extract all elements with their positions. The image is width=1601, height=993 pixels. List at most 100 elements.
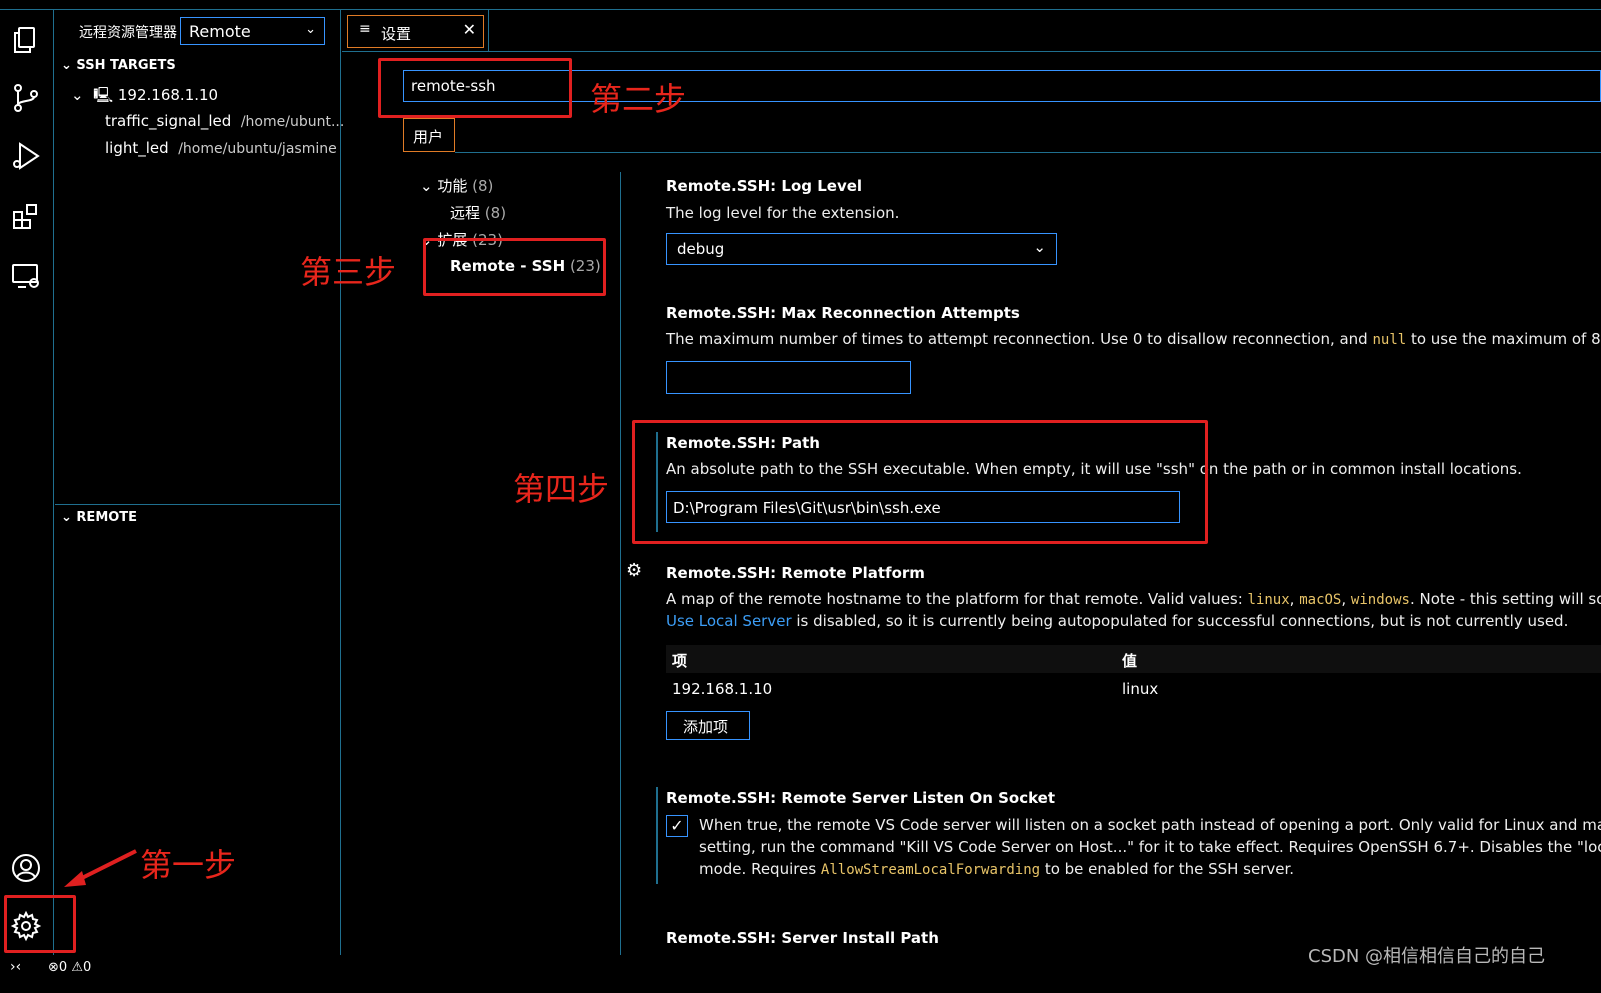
chevron-down-icon: ⌄ <box>71 86 94 104</box>
toc-separator <box>620 172 621 955</box>
remote-explorer-icon[interactable] <box>8 258 44 294</box>
setting-desc-remote-platform-line2: Use Local Server is disabled, so it is c… <box>666 612 1568 630</box>
annotation-step1: 第一步 <box>140 846 237 884</box>
tab-label: 设置 <box>381 25 412 43</box>
chevron-down-icon: ⌄ <box>1033 238 1046 256</box>
toc-label: 远程 <box>450 204 481 222</box>
listen-socket-checkbox[interactable]: ✓ <box>666 815 688 837</box>
editor-tab-bar: ≡ 设置 ✕ <box>342 10 1601 52</box>
column-header-value: 值 <box>1122 652 1138 670</box>
setting-desc-remote-platform: A map of the remote hostname to the plat… <box>666 590 1601 608</box>
setting-title-listen-socket: Remote.SSH: Remote Server Listen On Sock… <box>666 789 1056 807</box>
setting-desc-listen-socket-3: mode. Requires AllowStreamLocalForwardin… <box>699 860 1294 878</box>
problems-indicator[interactable]: ⊗0 ⚠0 <box>48 960 91 975</box>
extensions-icon[interactable] <box>8 198 44 234</box>
settings-search-input[interactable]: remote-ssh <box>403 70 1601 102</box>
desc-text: The maximum number of times to attempt r… <box>666 330 1373 348</box>
remote-indicator-icon[interactable]: ›‹ <box>10 959 21 975</box>
sidebar-title: 远程资源管理器 <box>79 25 177 41</box>
tab-user-scope[interactable]: 用户 <box>403 118 455 152</box>
ssh-host-label: 192.168.1.10 <box>117 86 219 104</box>
setting-desc-listen-socket-2: setting, run the command "Kill VS Code S… <box>699 838 1601 856</box>
desc-text: . Note - this setting will soon <box>1409 590 1601 608</box>
toc-count: (8) <box>484 204 507 222</box>
annotation-box-step4 <box>632 420 1208 544</box>
setting-title-install-path: Remote.SSH: Server Install Path <box>666 929 939 947</box>
folder-item-light-led[interactable]: light_led /home/ubuntu/jasmine <box>105 139 337 157</box>
remote-header: REMOTE <box>76 510 138 525</box>
folder-name: light_led <box>105 139 169 157</box>
remote-section[interactable]: ⌄ REMOTE <box>61 510 137 525</box>
row-value: linux <box>1122 680 1159 698</box>
desc-text: , <box>1341 590 1351 608</box>
toc-label: 功能 <box>437 177 468 195</box>
annotation-step2: 第二步 <box>590 80 687 118</box>
folder-path: /home/ubuntu/jasmine <box>178 141 337 157</box>
log-level-select[interactable]: debug ⌄ <box>666 233 1057 265</box>
annotation-step3: 第三步 <box>300 253 397 291</box>
desc-text: is disabled, so it is currently being au… <box>791 612 1569 630</box>
toc-item-features[interactable]: ⌄ 功能 (8) <box>420 175 493 196</box>
explorer-icon[interactable] <box>8 22 44 58</box>
tab-settings[interactable]: ≡ 设置 ✕ <box>347 15 484 48</box>
folder-name: traffic_signal_led <box>105 112 232 130</box>
setting-desc-listen-socket-1: When true, the remote VS Code server wil… <box>699 816 1601 834</box>
watermark: CSDN @相信相信自己的自己 <box>1308 946 1546 967</box>
desc-code: AllowStreamLocalForwarding <box>820 862 1041 878</box>
annotation-box-step2 <box>378 58 572 118</box>
modified-indicator <box>656 787 658 884</box>
chevron-down-icon: ⌄ <box>420 177 438 195</box>
error-count: 0 <box>58 960 68 975</box>
desc-code: linux <box>1247 592 1290 608</box>
annotation-arrow <box>64 849 137 887</box>
folder-item-traffic-signal-led[interactable]: traffic_signal_led /home/ubunt... <box>105 112 344 130</box>
desc-text: mode. Requires <box>699 860 821 878</box>
desc-text: A map of the remote hostname to the plat… <box>666 590 1248 608</box>
account-icon[interactable] <box>8 850 44 886</box>
tab-divider <box>488 10 489 52</box>
ssh-targets-section[interactable]: ⌄ SSH TARGETS <box>61 58 176 73</box>
use-local-server-link[interactable]: Use Local Server <box>666 612 792 630</box>
setting-title-remote-platform: Remote.SSH: Remote Platform <box>666 564 925 582</box>
setting-title-max-reconnect: Remote.SSH: Max Reconnection Attempts <box>666 304 1020 322</box>
setting-title-log-level: Remote.SSH: Log Level <box>666 177 863 195</box>
desc-code: null <box>1372 332 1407 348</box>
remote-type-select[interactable]: Remote ⌄ <box>180 17 325 45</box>
activity-bar <box>0 10 54 955</box>
annotation-box-step3 <box>423 238 606 296</box>
annotation-step4: 第四步 <box>513 470 610 508</box>
annotation-box-step1 <box>4 895 76 953</box>
desc-text: , <box>1289 590 1300 608</box>
folder-path: /home/ubunt... <box>240 114 345 130</box>
ssh-targets-header: SSH TARGETS <box>76 58 176 73</box>
table-row[interactable]: 192.168.1.10 linux <box>666 676 1601 704</box>
platform-table-header: 项 值 <box>666 645 1601 673</box>
scope-tab-label: 用户 <box>413 128 444 146</box>
setting-desc-max-reconnect: The maximum number of times to attempt r… <box>666 330 1601 348</box>
close-icon[interactable]: ✕ <box>463 20 476 39</box>
row-key: 192.168.1.10 <box>672 680 773 698</box>
desc-code: macOS <box>1299 592 1342 608</box>
toc-item-remote[interactable]: 远程 (8) <box>450 202 506 223</box>
log-level-value: debug <box>677 240 725 258</box>
desc-text: to use the maximum of 8. <box>1406 330 1601 348</box>
run-debug-icon[interactable] <box>8 138 44 174</box>
max-reconnect-input[interactable] <box>666 361 911 394</box>
toc-count: (8) <box>472 177 494 195</box>
scope-tab-underline <box>455 152 1601 153</box>
chevron-down-icon: ⌄ <box>61 58 77 73</box>
gear-icon[interactable]: ⚙ <box>626 560 642 581</box>
add-item-button[interactable]: 添加项 <box>666 711 750 740</box>
remote-explorer-sidebar: 远程资源管理器 Remote ⌄ ⌄ SSH TARGETS ⌄ 🖳 192.1… <box>55 10 344 955</box>
ssh-host-item[interactable]: ⌄ 🖳 192.168.1.10 <box>71 85 218 110</box>
section-divider <box>55 504 341 505</box>
source-control-icon[interactable] <box>8 80 44 116</box>
warning-count: 0 <box>82 960 92 975</box>
window-top-border <box>0 0 1601 10</box>
settings-file-icon: ≡ <box>359 21 371 37</box>
setting-desc-log-level: The log level for the extension. <box>666 204 900 222</box>
chevron-down-icon: ⌄ <box>305 22 316 37</box>
desc-code: windows <box>1350 592 1410 608</box>
desc-text: to be enabled for the SSH server. <box>1040 860 1295 878</box>
column-header-key: 项 <box>672 652 688 670</box>
